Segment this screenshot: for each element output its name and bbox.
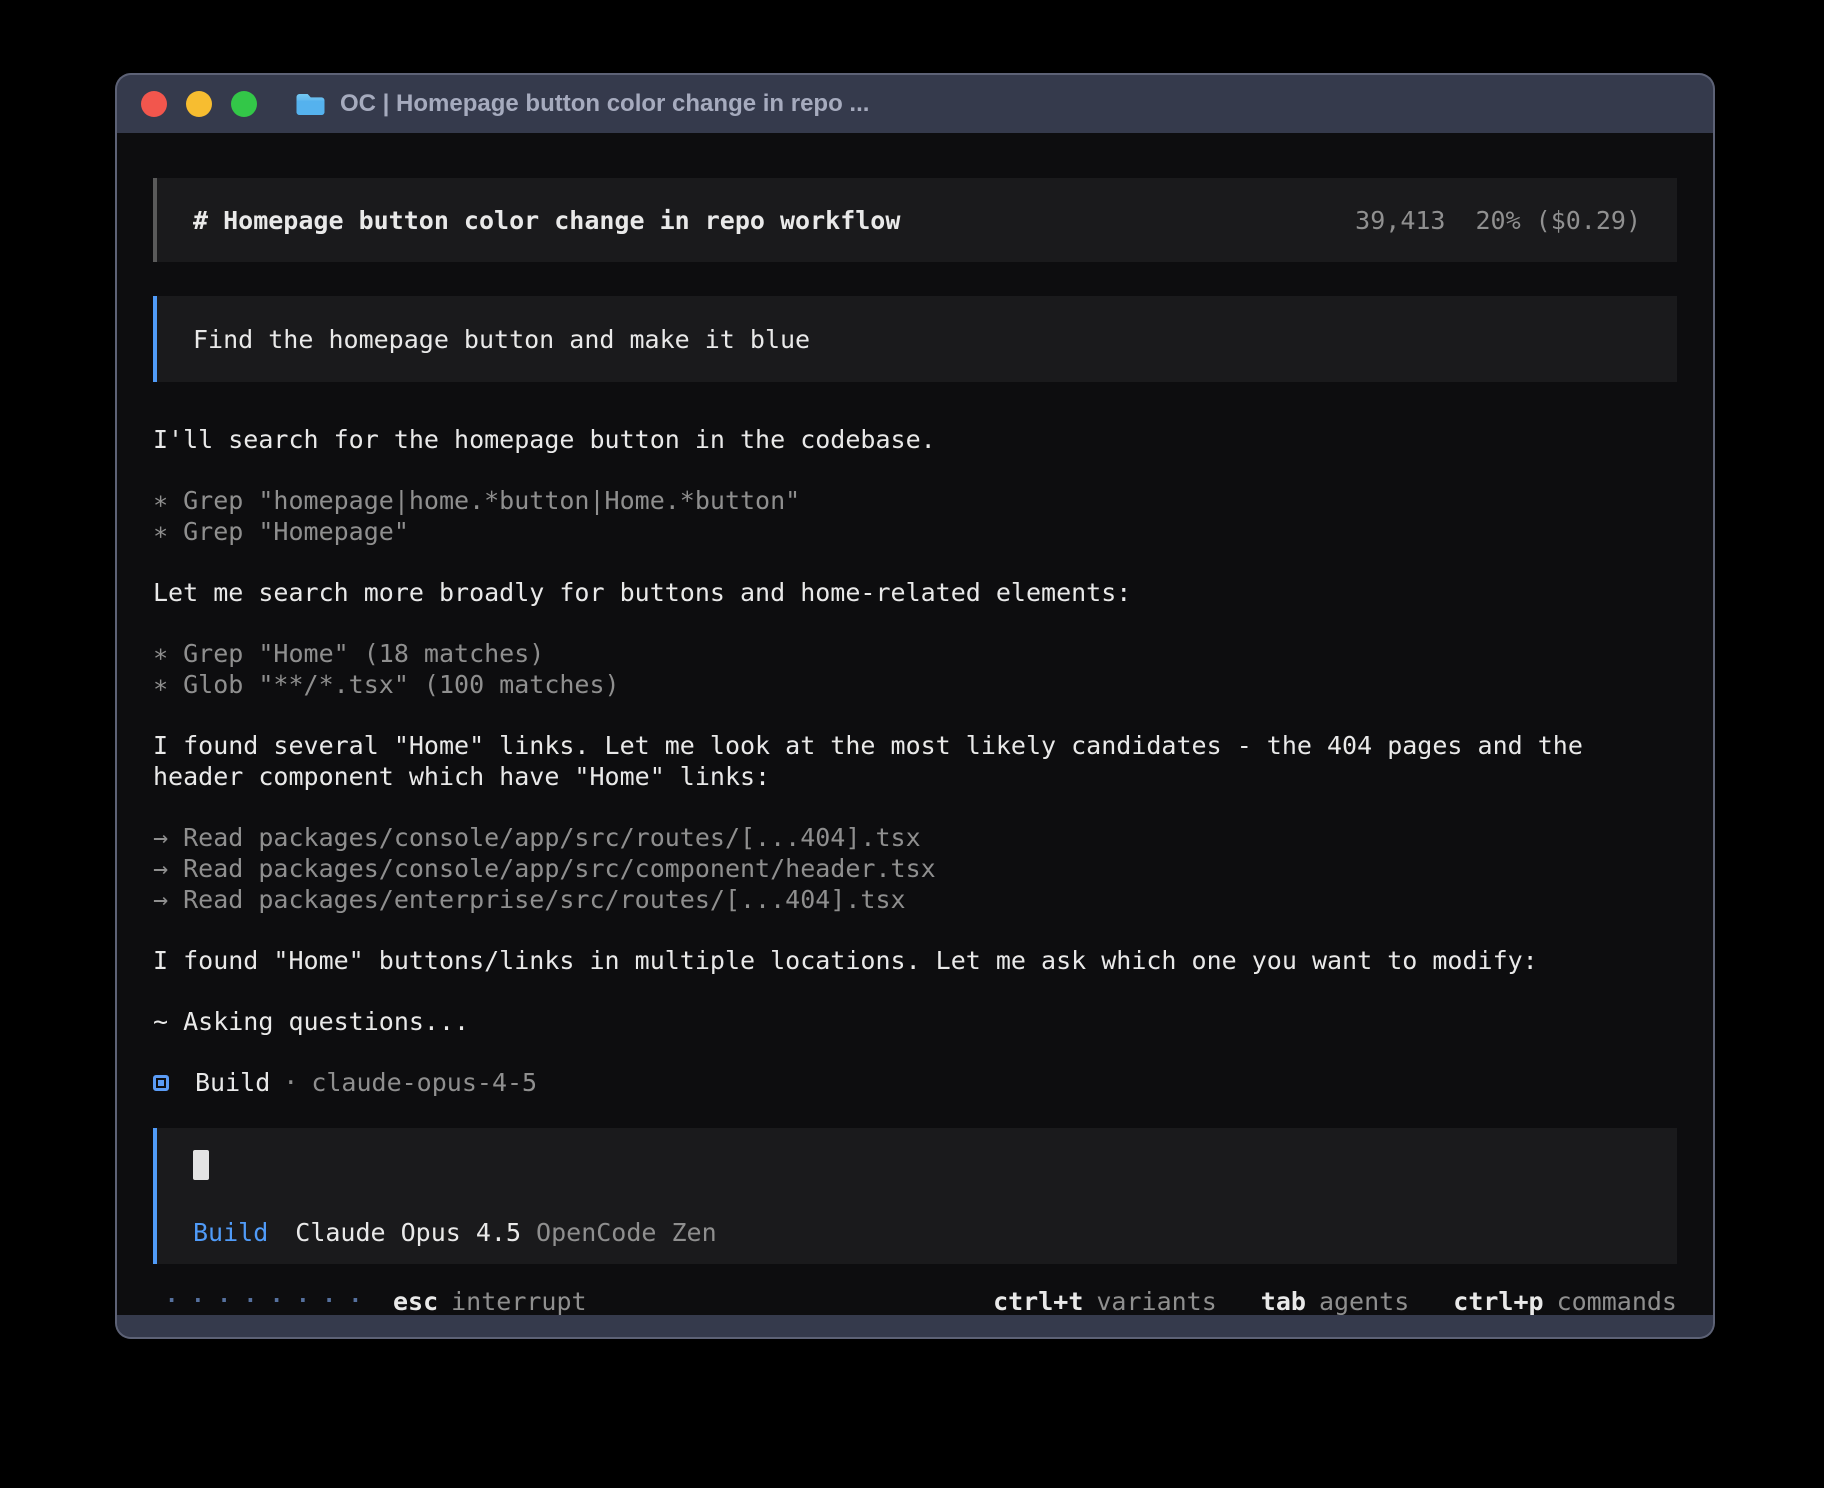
hint-commands: ctrl+p commands xyxy=(1453,1286,1677,1315)
prompt-input[interactable]: Build Claude Opus 4.5 OpenCode Zen xyxy=(153,1128,1677,1264)
agent-name: Build xyxy=(195,1067,270,1098)
input-model-label: Claude Opus 4.5 xyxy=(295,1217,521,1248)
session-cost: ($0.29) xyxy=(1536,206,1641,235)
assistant-text: Let me search more broadly for buttons a… xyxy=(153,577,1677,608)
user-message-text: Find the homepage button and make it blu… xyxy=(193,324,810,355)
separator-dot: · xyxy=(283,1067,298,1098)
tool-call: ∗ Grep "Homepage" xyxy=(153,516,1677,547)
tool-call: ∗ Grep "homepage|home.*button|Home.*butt… xyxy=(153,485,1677,516)
text-cursor xyxy=(193,1150,209,1180)
assistant-response: I'll search for the homepage button in t… xyxy=(153,424,1677,1098)
hint-interrupt: esc interrupt xyxy=(393,1286,587,1315)
hint-label: commands xyxy=(1557,1287,1677,1315)
hint-label: interrupt xyxy=(451,1287,586,1315)
assistant-text: I'll search for the homepage button in t… xyxy=(153,424,1677,455)
hint-variants: ctrl+t variants xyxy=(993,1286,1217,1315)
terminal-window: OC | Homepage button color change in rep… xyxy=(117,75,1713,1337)
user-message: Find the homepage button and make it blu… xyxy=(153,296,1677,382)
status-bar-left: ········ esc interrupt xyxy=(153,1286,587,1315)
hint-label: variants xyxy=(1096,1287,1216,1315)
session-header: # Homepage button color change in repo w… xyxy=(153,178,1677,262)
status-bar: ········ esc interrupt ctrl+t variants tab… xyxy=(153,1286,1677,1315)
context-percentage: 20% xyxy=(1475,206,1520,235)
hint-label: agents xyxy=(1319,1287,1409,1315)
terminal-content: # Homepage button color change in repo w… xyxy=(117,133,1713,1315)
input-provider-label: OpenCode Zen xyxy=(536,1217,717,1248)
tool-call-group: → Read packages/console/app/src/routes/[… xyxy=(153,822,1677,915)
assistant-text: I found "Home" buttons/links in multiple… xyxy=(153,945,1677,976)
input-meta: Build Claude Opus 4.5 OpenCode Zen xyxy=(193,1217,717,1248)
agent-square-icon xyxy=(153,1075,169,1091)
assistant-status-text: ~ Asking questions... xyxy=(153,1006,1677,1037)
tool-call-group: ∗ Grep "Home" (18 matches) ∗ Glob "**/*.… xyxy=(153,638,1677,700)
hint-key: esc xyxy=(393,1287,438,1315)
hint-key: ctrl+p xyxy=(1453,1287,1543,1315)
session-stats: 39,413 20% ($0.29) xyxy=(1355,205,1641,236)
zoom-button[interactable] xyxy=(231,91,257,117)
assistant-text: I found several "Home" links. Let me loo… xyxy=(153,730,1677,792)
session-title: # Homepage button color change in repo w… xyxy=(193,205,900,236)
window-titlebar: OC | Homepage button color change in rep… xyxy=(117,75,1713,133)
token-count: 39,413 xyxy=(1355,206,1445,235)
folder-icon xyxy=(295,92,326,117)
window-title: OC | Homepage button color change in rep… xyxy=(340,92,869,116)
tool-call: → Read packages/console/app/src/routes/[… xyxy=(153,822,1677,853)
window-bottom-edge xyxy=(117,1315,1713,1337)
tool-call: → Read packages/enterprise/src/routes/[.… xyxy=(153,884,1677,915)
hint-key: tab xyxy=(1261,1287,1306,1315)
tool-call-group: ∗ Grep "homepage|home.*button|Home.*butt… xyxy=(153,485,1677,547)
minimize-button[interactable] xyxy=(186,91,212,117)
input-mode-label: Build xyxy=(193,1217,268,1248)
hint-key: ctrl+t xyxy=(993,1287,1083,1315)
tool-call: ∗ Grep "Home" (18 matches) xyxy=(153,638,1677,669)
agent-status: Build · claude-opus-4-5 xyxy=(153,1067,1677,1098)
close-button[interactable] xyxy=(141,91,167,117)
spinner-dots-icon: ········ xyxy=(165,1286,375,1315)
tool-call: → Read packages/console/app/src/componen… xyxy=(153,853,1677,884)
window-controls xyxy=(141,91,257,117)
agent-model: claude-opus-4-5 xyxy=(311,1067,537,1098)
status-bar-right: ctrl+t variants tab agents ctrl+p commands xyxy=(949,1286,1677,1315)
tool-call: ∗ Glob "**/*.tsx" (100 matches) xyxy=(153,669,1677,700)
hint-agents: tab agents xyxy=(1261,1286,1409,1315)
